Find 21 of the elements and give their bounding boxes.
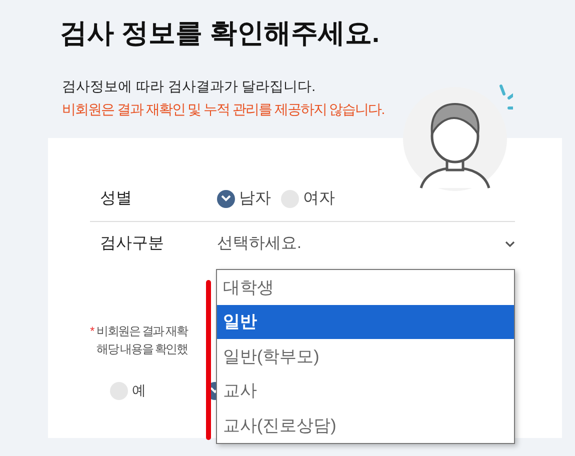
radio-option[interactable]: 예 <box>110 380 146 401</box>
radio-option[interactable]: 남자 <box>217 186 271 210</box>
intro-text: 검사정보에 따라 검사결과가 달라집니다. <box>62 77 316 96</box>
dropdown-option[interactable]: 교사 <box>217 374 514 408</box>
radio-icon[interactable] <box>281 190 299 208</box>
page-heading: 검사 정보를 확인해주세요. <box>60 17 380 50</box>
field-label: 검사구분 <box>99 234 165 254</box>
select-field[interactable]: 선택하세요. <box>217 232 515 256</box>
dropdown-option[interactable]: 대학생 <box>217 270 514 305</box>
dropdown-option[interactable]: 일반(학부모) <box>217 339 514 374</box>
chevron-down-icon[interactable] <box>505 241 515 247</box>
radio-icon[interactable] <box>217 190 235 208</box>
notice-text: 비회원은 결과 재확인 및 누적 관리를 제공하지 않습니다. <box>62 100 384 119</box>
radio-option[interactable]: 여자 <box>281 186 335 210</box>
agreement-text: 해당 내용을 확인했 <box>96 341 188 358</box>
dropdown-option[interactable]: 일반 <box>217 304 514 340</box>
field-label: 성별 <box>99 188 133 208</box>
radio-icon[interactable] <box>110 382 128 400</box>
dropdown-option[interactable]: 교사(진로상담) <box>217 408 514 443</box>
required-mark: * <box>90 323 94 340</box>
agreement-text: 비회원은 결과 재확 <box>96 323 188 340</box>
